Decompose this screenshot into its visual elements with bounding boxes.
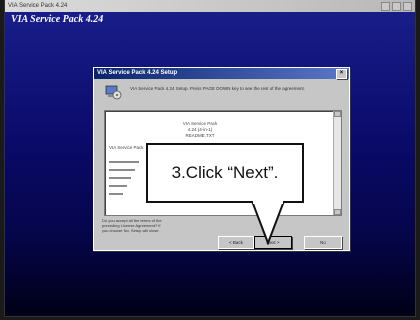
agree-prompt: Do you accept all the terms of the prece… [102, 218, 162, 233]
text-line [109, 169, 135, 171]
agreement-line: VIA Service Pack [109, 145, 144, 150]
no-button[interactable]: No [304, 236, 342, 249]
close-window-button[interactable] [403, 2, 412, 11]
back-button[interactable]: < Back [218, 236, 254, 249]
dialog-message: VIA Service Pack 4.24 Setup. Press PAGE … [130, 86, 305, 91]
close-icon[interactable]: × [336, 69, 347, 79]
text-line [109, 185, 127, 187]
instruction-callout: 3.Click “Next”. [146, 143, 304, 203]
scrollbar[interactable] [333, 111, 341, 215]
callout-pointer [250, 201, 286, 245]
dialog-titlebar: VIA Service Pack 4.24 Setup × [94, 68, 349, 79]
scroll-down-button[interactable] [334, 209, 341, 215]
window-controls [381, 2, 412, 11]
window-titlebar: VIA Service Pack 4.24 [5, 0, 415, 12]
window-titlebar-text: VIA Service Pack 4.24 [8, 3, 68, 9]
text-line [109, 177, 131, 179]
agreement-header: VIA Service Pack 4.24 (4-in-1) README.TX… [145, 121, 255, 139]
agreement-line: README.TXT [185, 133, 215, 138]
app-title: VIA Service Pack 4.24 [11, 14, 104, 25]
minimize-button[interactable] [381, 2, 390, 11]
text-line [109, 161, 139, 163]
scroll-up-button[interactable] [334, 111, 341, 117]
dialog-header: VIA Service Pack 4.24 Setup. Press PAGE … [102, 83, 342, 109]
maximize-button[interactable] [392, 2, 401, 11]
computer-disk-icon [105, 85, 122, 100]
text-line [109, 193, 123, 195]
dialog-title: VIA Service Pack 4.24 Setup [97, 70, 178, 76]
